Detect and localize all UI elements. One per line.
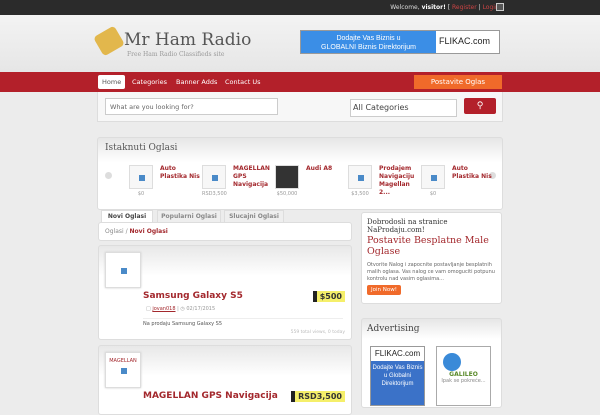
- ad-text: Ipak se pokreće...: [441, 378, 486, 384]
- price-badge: RSD3,500: [291, 391, 345, 402]
- breadcrumb: Oglasi / Novi Oglasi: [98, 222, 352, 241]
- thumbnail: [348, 165, 372, 189]
- price-badge: $500: [312, 291, 345, 302]
- flikac-ad[interactable]: FLIKAC.com Dodajte Vas Biznis u Globalni …: [370, 346, 425, 406]
- welcome-text: Welcome, visitor! [ Register | Login ]: [390, 4, 503, 11]
- listing-item: Samsung Galaxy S5 $500 □ jovan018 | ◷ 02…: [98, 245, 352, 340]
- thumbnail: [129, 165, 153, 189]
- search-input[interactable]: What are you looking for?: [105, 98, 278, 115]
- category-select-value: All Categories: [353, 103, 409, 112]
- post-ad-button[interactable]: Postavite Oglas: [414, 75, 502, 89]
- join-now-button[interactable]: Join Now!: [367, 285, 401, 295]
- breadcrumb-current: Novi Oglasi: [129, 228, 168, 235]
- welcome-label: Welcome,: [390, 4, 420, 11]
- banner-site: FLIKAC.com: [436, 31, 499, 53]
- listing-description: Na prodaju Samsung Galaxy S5: [143, 318, 343, 327]
- header-banner-ad[interactable]: Dodajte Vas Biznis u GLOBALNI Biznis Dire…: [300, 30, 500, 54]
- listing-item: MAGELLAN MAGELLAN GPS Navigacija RSD3,50…: [98, 345, 352, 415]
- featured-item-price: $0: [429, 191, 437, 197]
- featured-item-price: RSD3,500: [202, 191, 227, 197]
- listing-thumbnail[interactable]: MAGELLAN: [105, 352, 141, 388]
- image-placeholder-icon: [431, 175, 437, 181]
- nav-contact-us[interactable]: Contact Us: [221, 75, 265, 89]
- listing-meta: □ jovan018 | ◷ 02/17/2015: [146, 306, 216, 312]
- view-count: 559 total views, 0 today: [290, 330, 345, 335]
- carousel-prev-button[interactable]: [105, 172, 112, 179]
- thumbnail-car: [275, 165, 299, 189]
- main-nav: Home Categories Banner Adds Contact Us: [0, 72, 600, 92]
- author-link[interactable]: jovan018: [152, 306, 175, 312]
- listing-title[interactable]: Samsung Galaxy S5: [143, 291, 243, 301]
- search-icon: ⚲: [476, 101, 484, 111]
- welcome-heading: Dobrodosli na stranice NaProdaju.com!: [367, 218, 448, 234]
- banner-line2: GLOBALNI Biznis Direktorijum: [321, 44, 416, 51]
- advertising-title: Advertising: [367, 324, 420, 334]
- ad-text: Dodajte Vas Biznis u Globalni Direktorij…: [372, 365, 423, 387]
- featured-item-price: $50,000: [276, 191, 298, 197]
- category-select[interactable]: All Categories: [350, 99, 457, 117]
- site-logo[interactable]: Mr Ham Radio: [124, 30, 251, 50]
- image-placeholder-icon: [212, 175, 218, 181]
- site-slogan: Free Ham Radio Classifieds site: [127, 51, 225, 58]
- top-bar: Welcome, visitor! [ Register | Login ]: [0, 0, 600, 15]
- globe-icon: [443, 353, 461, 371]
- welcome-widget: Dobrodosli na stranice NaProdaju.com! Po…: [361, 212, 502, 304]
- breadcrumb-root[interactable]: Oglasi: [105, 228, 124, 235]
- thumbnail: [202, 165, 226, 189]
- featured-item-title[interactable]: Audi A8: [306, 165, 346, 173]
- advertising-widget: Advertising FLIKAC.com Dodajte Vas Biznis…: [361, 318, 502, 408]
- featured-panel: Istaknuti Oglasi Auto Plastika Nis $0 MAG…: [97, 137, 503, 210]
- galileo-ad[interactable]: GALILEO Ipak se pokreće...: [436, 346, 491, 406]
- welcome-text: Otvorite Nalog i zapocnite postavljanje …: [367, 262, 495, 282]
- search-button[interactable]: ⚲: [464, 98, 496, 114]
- featured-item-title[interactable]: MAGELLAN GPS Navigacija: [233, 165, 273, 189]
- banner-line1: Dodajte Vas Biznis u: [336, 35, 401, 42]
- username: visitor!: [421, 4, 446, 11]
- nav-categories[interactable]: Categories: [128, 75, 171, 89]
- search-bar: What are you looking for? All Categories…: [97, 92, 503, 122]
- featured-item-title[interactable]: Auto Plastika Nis: [452, 165, 492, 181]
- thumbnail: [421, 165, 445, 189]
- nav-home[interactable]: Home: [98, 75, 126, 89]
- rss-icon[interactable]: [496, 3, 504, 11]
- featured-item-title[interactable]: Auto Plastika Nis: [160, 165, 200, 181]
- thumbnail-label: MAGELLAN: [109, 358, 137, 364]
- welcome-subheading: Postavite Besplatne Male Oglase: [367, 235, 489, 257]
- ad-site: FLIKAC.com: [371, 347, 424, 361]
- featured-title: Istaknuti Oglasi: [105, 143, 178, 153]
- featured-item-title[interactable]: Prodajem Navigaciju Magellan 2...: [379, 165, 419, 197]
- image-placeholder-icon: [139, 175, 145, 181]
- listing-thumbnail[interactable]: [105, 252, 141, 288]
- featured-item-price: $0: [137, 191, 145, 197]
- image-placeholder-icon: [358, 175, 364, 181]
- image-placeholder-icon: [121, 368, 127, 374]
- listing-date: 02/17/2015: [186, 306, 216, 312]
- featured-item-price: $3,500: [351, 191, 369, 197]
- register-link[interactable]: Register: [452, 4, 477, 11]
- image-placeholder-icon: [121, 268, 127, 274]
- nav-banner-adds[interactable]: Banner Adds: [172, 75, 221, 89]
- ad-brand: GALILEO: [449, 371, 478, 378]
